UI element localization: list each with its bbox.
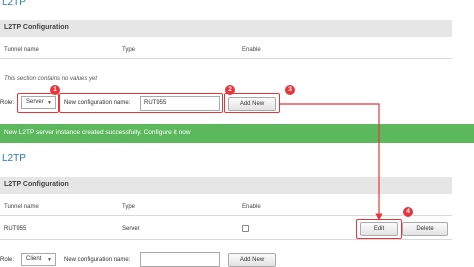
connector-arrow <box>280 103 383 221</box>
